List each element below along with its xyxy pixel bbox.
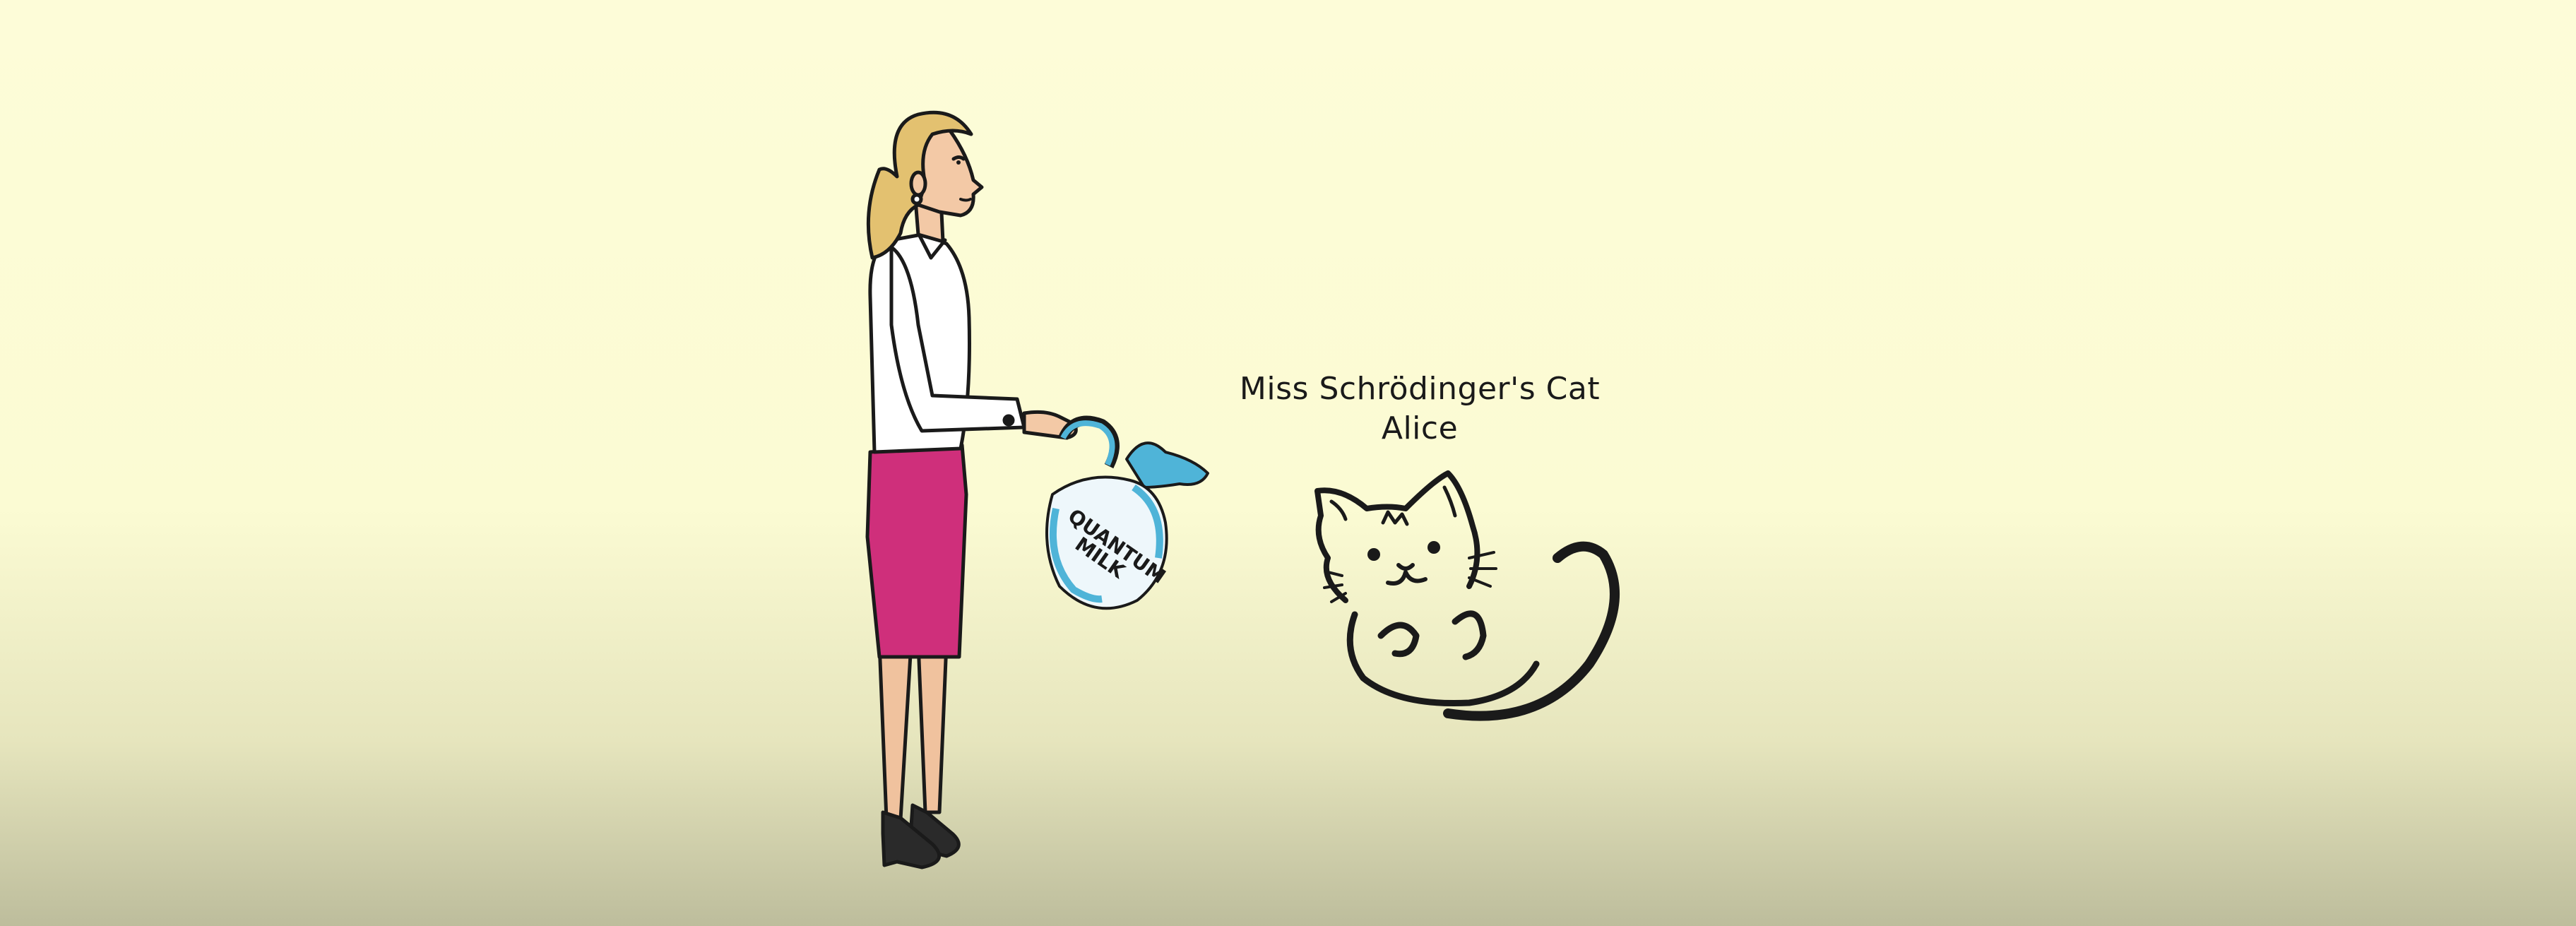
woman-earring xyxy=(910,193,923,206)
cat-caption-title: Miss Schrödinger's Cat xyxy=(1239,371,1601,407)
cat-alice xyxy=(1314,470,1620,721)
cat-nose xyxy=(1396,563,1415,571)
cat-mouth xyxy=(1386,570,1428,586)
woman-ear xyxy=(909,170,927,197)
illustration-scene: QUANTUM MILK xyxy=(865,110,1620,869)
cat-eye-left xyxy=(1367,548,1380,561)
cat-eye-right xyxy=(1428,541,1440,554)
woman-skirt xyxy=(865,443,968,659)
cat-paw-right xyxy=(1452,610,1487,660)
woman-figure xyxy=(865,110,1078,869)
cuff-button xyxy=(1002,414,1015,427)
woman-legs xyxy=(877,641,949,821)
woman-mouth xyxy=(959,198,972,202)
woman-eye xyxy=(951,155,966,161)
quantum-milk-jug: QUANTUM MILK xyxy=(1045,415,1209,610)
cat-body xyxy=(1346,611,1540,707)
cat-caption-name: Alice xyxy=(1381,410,1459,446)
jug-spout xyxy=(1125,441,1209,489)
cat-forehead-mark xyxy=(1381,510,1409,526)
cat-paw-left xyxy=(1377,622,1420,658)
